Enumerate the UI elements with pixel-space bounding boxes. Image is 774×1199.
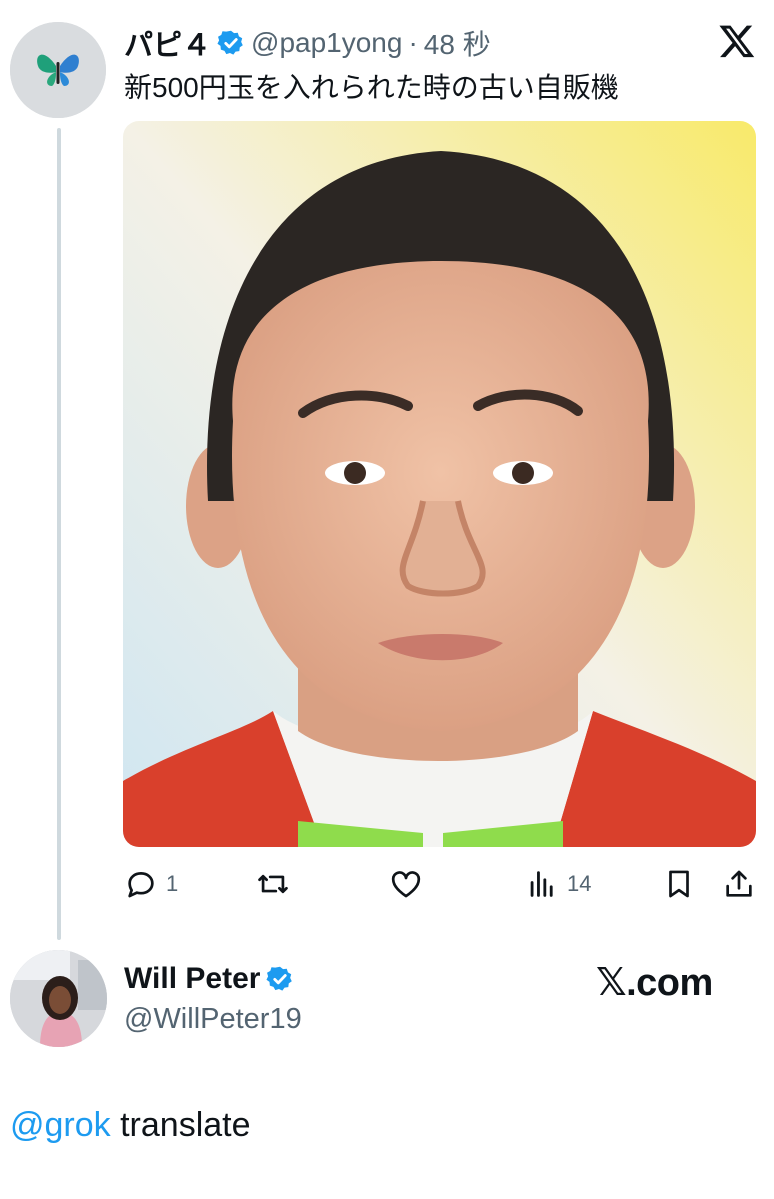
tweet-header: パピ４ @pap1yong · 48 秒 — [124, 22, 491, 64]
reply-text: @grok translate — [10, 1106, 251, 1145]
x-logo-icon[interactable] — [718, 22, 756, 60]
thread-line — [57, 128, 61, 940]
heart-icon — [391, 871, 421, 898]
author-avatar[interactable] — [10, 22, 106, 118]
verified-badge-icon — [266, 966, 293, 991]
reply-author-name[interactable]: Will Peter — [124, 962, 260, 996]
retweet-button[interactable] — [256, 866, 290, 902]
separator-dot: · — [408, 27, 418, 58]
tweet-text: 新500円玉を入れられた時の古い自販機 — [124, 72, 619, 103]
reply-body: translate — [110, 1106, 251, 1144]
reply-author-handle[interactable]: @WillPeter19 — [124, 1003, 302, 1036]
portrait-photo — [123, 121, 756, 847]
author-name[interactable]: パピ４ — [124, 22, 211, 64]
reply-header: Will Peter — [124, 962, 294, 996]
reply-author-avatar[interactable] — [10, 950, 107, 1047]
tweet-timestamp[interactable]: 48 秒 — [424, 23, 491, 63]
share-icon — [726, 870, 752, 897]
reply-button[interactable]: 1 — [124, 866, 178, 902]
butterfly-icon — [10, 22, 106, 118]
grok-mention-link[interactable]: @grok — [10, 1106, 111, 1144]
person-photo-icon — [10, 950, 107, 1047]
reply-count: 1 — [166, 871, 179, 896]
views-icon — [530, 871, 553, 897]
bookmark-icon — [669, 870, 689, 898]
views-button[interactable]: 14 — [525, 866, 591, 902]
reply-icon — [128, 872, 154, 898]
share-button[interactable] — [722, 866, 756, 902]
like-button[interactable] — [389, 866, 423, 902]
views-count: 14 — [567, 871, 592, 896]
retweet-icon — [258, 874, 288, 894]
tweet-media-photo[interactable] — [123, 121, 756, 847]
bookmark-button[interactable] — [662, 866, 696, 902]
x-com-brand: 𝕏.com — [596, 962, 713, 1004]
verified-badge-icon — [217, 30, 243, 55]
author-handle[interactable]: @pap1yong — [251, 27, 402, 59]
